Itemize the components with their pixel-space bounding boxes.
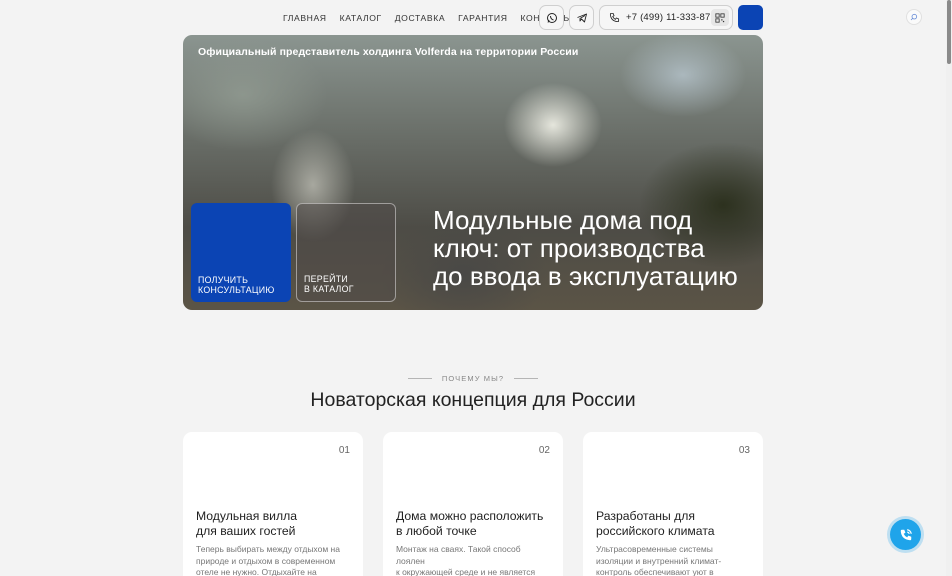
feature-title: Модульная вилла для ваших гостей bbox=[196, 509, 297, 538]
eyebrow-line-right bbox=[514, 378, 539, 379]
telegram-button[interactable] bbox=[569, 5, 594, 30]
feature-text: Монтаж на сваях. Такой способ лоялен к о… bbox=[396, 544, 536, 576]
feature-card: 01 Модульная вилла для ваших гостей Тепе… bbox=[183, 432, 363, 576]
nav-item-warranty[interactable]: ГАРАНТИЯ bbox=[458, 12, 507, 24]
nav-item-delivery[interactable]: ДОСТАВКА bbox=[395, 12, 445, 24]
go-to-catalog-label: ПЕРЕЙТИ В КАТАЛОГ bbox=[304, 274, 354, 294]
get-consultation-label: ПОЛУЧИТЬ КОНСУЛЬТАЦИЮ bbox=[198, 275, 275, 295]
whatsapp-icon bbox=[546, 12, 557, 23]
feature-text: Теперь выбирать между отдыхом на природе… bbox=[196, 544, 340, 576]
section-eyebrow: ПОЧЕМУ МЫ? bbox=[0, 374, 946, 383]
hero-title: Модульные дома под ключ: от производства… bbox=[433, 205, 738, 291]
eyebrow-text: ПОЧЕМУ МЫ? bbox=[441, 374, 505, 383]
hero-banner: Официальный представитель холдинга Volfe… bbox=[183, 35, 763, 310]
phone-contact[interactable]: +7 (499) 11-333-87 bbox=[599, 5, 733, 30]
feature-title: Разработаны для российского климата bbox=[596, 509, 715, 538]
phone-icon bbox=[609, 12, 620, 23]
feature-card: 02 Дома можно расположить в любой точке … bbox=[383, 432, 563, 576]
feature-text: Ультрасовременные системы изоляции и вну… bbox=[596, 544, 722, 576]
feature-card: 03 Разработаны для российского климата У… bbox=[583, 432, 763, 576]
qr-button[interactable] bbox=[711, 9, 729, 26]
feature-number: 03 bbox=[738, 445, 750, 456]
hero-tagline: Официальный представитель холдинга Volfe… bbox=[198, 46, 579, 58]
feature-title: Дома можно расположить в любой точке bbox=[396, 509, 544, 538]
search-icon bbox=[910, 13, 918, 21]
whatsapp-button[interactable] bbox=[539, 5, 564, 30]
call-back-button[interactable] bbox=[890, 519, 921, 550]
main-nav: ГЛАВНАЯ КАТАЛОГ ДОСТАВКА ГАРАНТИЯ КОНТАК… bbox=[283, 12, 572, 24]
feature-number: 01 bbox=[338, 445, 350, 456]
scrollbar-track[interactable] bbox=[946, 0, 952, 576]
scrollbar-thumb[interactable] bbox=[947, 0, 951, 64]
nav-item-home[interactable]: ГЛАВНАЯ bbox=[283, 12, 327, 24]
phone-call-icon bbox=[900, 528, 912, 540]
search-button[interactable] bbox=[906, 9, 922, 25]
feature-number: 02 bbox=[538, 445, 550, 456]
nav-item-catalog[interactable]: КАТАЛОГ bbox=[340, 12, 382, 24]
go-to-catalog-button[interactable]: ПЕРЕЙТИ В КАТАЛОГ bbox=[296, 203, 396, 302]
qr-code-icon bbox=[715, 12, 725, 23]
eyebrow-line-left bbox=[407, 378, 432, 379]
section-title: Новаторская концепция для России bbox=[310, 389, 636, 411]
telegram-icon bbox=[576, 13, 587, 22]
get-consultation-button[interactable]: ПОЛУЧИТЬ КОНСУЛЬТАЦИЮ bbox=[191, 203, 291, 302]
menu-button[interactable] bbox=[738, 5, 763, 30]
phone-number[interactable]: +7 (499) 11-333-87 bbox=[626, 12, 711, 23]
